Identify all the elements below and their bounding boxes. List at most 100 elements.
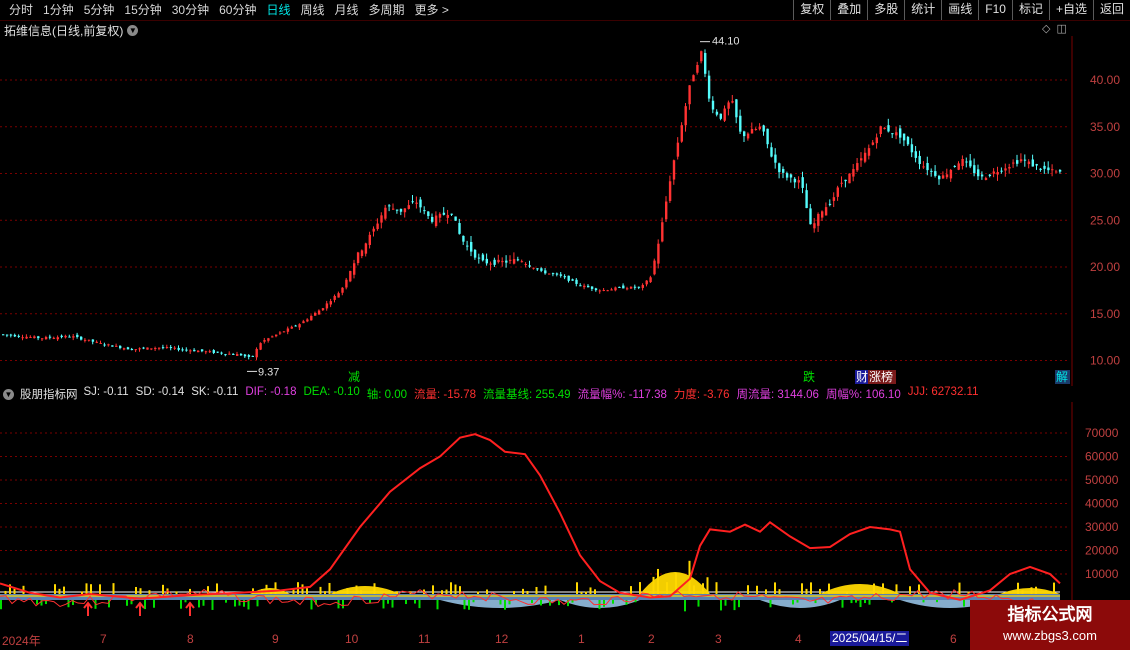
candle-body [431, 216, 434, 222]
flow-bar-down [922, 600, 925, 603]
candle-body [700, 51, 703, 62]
candlestick-chart[interactable]: 40.00 35.00 30.00 25.00 20.00 15.00 10.00 44.10… [0, 36, 1130, 386]
flow-bar-up [580, 591, 583, 594]
candle-body [692, 75, 695, 82]
period-tab[interactable]: 60分钟 [214, 2, 261, 18]
candle-body [204, 351, 208, 353]
candle-body [189, 350, 192, 352]
candle-body [762, 125, 765, 132]
candle-body [883, 127, 886, 130]
candle-body [278, 332, 282, 334]
flow-bar-down [733, 600, 736, 611]
period-tab[interactable]: 1分钟 [38, 2, 79, 18]
toolbar-button[interactable]: 多股 [867, 0, 904, 20]
candle-body [64, 335, 67, 338]
period-tab[interactable]: 5分钟 [79, 2, 120, 18]
candle-body [333, 295, 336, 300]
period-tab[interactable]: 周线 [295, 2, 329, 18]
period-tab[interactable]: 分时 [4, 2, 38, 18]
toolbar-button[interactable]: F10 [978, 0, 1012, 20]
flow-bar-up [801, 583, 803, 594]
candle-body [957, 163, 960, 170]
candle-body [774, 154, 777, 163]
candle-body [243, 354, 247, 357]
toolbar-button[interactable]: 复权 [793, 0, 830, 20]
period-tab[interactable]: 日线 [261, 2, 295, 18]
candle-body [1043, 165, 1046, 169]
period-tab[interactable]: 多周期 [364, 2, 410, 18]
flow-bar-up [544, 585, 547, 594]
flow-bar-up [589, 587, 592, 594]
date-tick: 7 [100, 632, 107, 646]
price-tick: 40.00 [1090, 73, 1120, 87]
candle-body [899, 128, 902, 138]
candle-body [649, 277, 652, 283]
candle-body [493, 259, 496, 265]
diamond-icon[interactable]: ◇ [1042, 22, 1050, 35]
flow-bar-up [585, 591, 587, 594]
indicator-values: SJ: -0.11 SD: -0.14 SK: -0.11 DIF: -0.18 DEA… [84, 386, 979, 402]
candle-body [345, 279, 348, 288]
candle-body [68, 336, 71, 338]
candle-body [813, 223, 816, 229]
flow-bar-up [13, 588, 16, 594]
candle-body [602, 289, 605, 291]
candle-body [918, 155, 921, 165]
candle-body [739, 115, 742, 132]
window-toggle-icon[interactable]: ◫ [1056, 22, 1066, 35]
toolbar-button[interactable]: 叠加 [830, 0, 867, 20]
flow-bar-down [234, 600, 236, 607]
candle-body [368, 234, 371, 245]
candle-body [941, 175, 945, 179]
toolbar-button[interactable]: 画线 [941, 0, 978, 20]
candle-body [680, 125, 683, 142]
candle-body [427, 211, 430, 216]
toolbar-button[interactable]: 返回 [1092, 0, 1130, 20]
flow-bar-down [180, 600, 182, 609]
flow-bar-up [805, 588, 808, 594]
chevron-down-icon[interactable]: ▼ [3, 388, 14, 400]
indicator-value: 轴: 0.00 [366, 389, 408, 401]
current-date-label: 2025/04/15/二 [830, 631, 910, 646]
candle-body [567, 275, 570, 281]
candle-body [1016, 160, 1019, 164]
flow-bar-down [504, 600, 506, 610]
period-tab[interactable]: 月线 [330, 2, 364, 18]
candle-body [99, 342, 102, 344]
flow-bar-down [472, 600, 475, 603]
flow-bar-up [513, 591, 515, 594]
candle-body [380, 215, 383, 223]
date-tick: 12 [495, 632, 509, 646]
candle-body [228, 353, 231, 355]
toolbar-button[interactable]: 标记 [1011, 0, 1049, 20]
flow-bar-up [1053, 582, 1055, 594]
candle-body [275, 334, 278, 337]
candle-body [1027, 161, 1031, 165]
candle-body [520, 261, 524, 263]
candle-body [208, 351, 212, 353]
flow-bar-up [54, 584, 56, 594]
period-tab[interactable]: 更多 > [410, 2, 454, 18]
flow-bar-down [720, 600, 722, 611]
flow-bar-up [706, 577, 709, 594]
indicator-chart[interactable]: 70000 60000 50000 40000 30000 20000 10000 [0, 402, 1130, 630]
flow-bar-up [112, 583, 115, 594]
flow-bar-up [702, 583, 704, 594]
period-tab[interactable]: 15分钟 [119, 2, 166, 18]
flow-bar-up [355, 585, 358, 594]
period-tab[interactable]: 30分钟 [167, 2, 214, 18]
flow-bar-down [468, 600, 470, 610]
flow-bar-up [810, 582, 812, 594]
candle-body [1055, 171, 1058, 173]
candle-body [852, 169, 855, 177]
candle-body [462, 235, 465, 242]
flow-bar-down [612, 600, 614, 604]
candle-body [801, 177, 804, 188]
toolbar-button[interactable]: 统计 [904, 0, 941, 20]
chevron-down-icon[interactable]: ▼ [127, 25, 139, 36]
flow-bar-down [405, 600, 407, 605]
toolbar-button[interactable]: +自选 [1048, 0, 1093, 20]
candle-body [735, 99, 738, 118]
flow-bar-up [148, 590, 151, 594]
flow-bar-down [859, 600, 862, 608]
